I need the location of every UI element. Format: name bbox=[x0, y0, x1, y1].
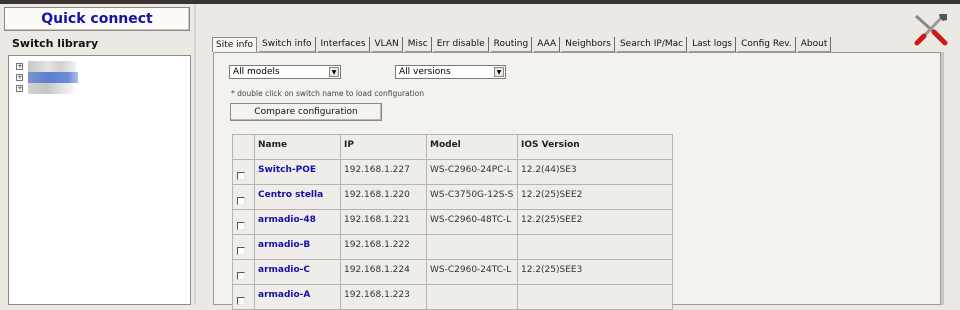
switch-model-cell: WS-C2960-24TC-L bbox=[426, 259, 518, 285]
switch-name-cell[interactable]: armadio-48 bbox=[254, 209, 341, 235]
switch-ios-cell: 12.2(25)SEE3 bbox=[517, 259, 673, 285]
panel-splitter[interactable] bbox=[194, 4, 196, 305]
chevron-down-icon[interactable]: ▼ bbox=[329, 67, 339, 77]
tools-icon bbox=[914, 14, 948, 46]
tree-node[interactable]: + bbox=[16, 61, 86, 72]
tree-node-label-redacted[interactable] bbox=[28, 83, 74, 94]
model-column-header: Model bbox=[426, 134, 518, 160]
table-row: armadio-48 192.168.1.221 WS-C2960-48TC-L 12… bbox=[232, 209, 673, 235]
row-checkbox[interactable] bbox=[237, 297, 245, 305]
switch-name-cell[interactable]: Centro stella bbox=[254, 184, 341, 210]
double-click-hint: * double click on switch name to load co… bbox=[231, 89, 425, 98]
quick-connect-button[interactable]: Quick connect bbox=[4, 7, 190, 31]
table-row: Switch-POE 192.168.1.227 WS-C2960-24PC-L 12… bbox=[232, 159, 673, 185]
tab-interfaces[interactable]: Interfaces bbox=[317, 37, 370, 52]
row-select-cell bbox=[232, 209, 255, 235]
models-select-value: All models bbox=[233, 67, 280, 77]
switch-ip-cell: 192.168.1.227 bbox=[340, 159, 427, 185]
switch-model-cell: WS-C3750G-12S-S bbox=[426, 184, 518, 210]
table-row: armadio-B 192.168.1.222 bbox=[232, 234, 673, 260]
row-select-cell bbox=[232, 234, 255, 260]
tab-about[interactable]: About bbox=[797, 37, 832, 52]
expand-icon[interactable]: + bbox=[16, 85, 23, 92]
switch-ip-cell: 192.168.1.223 bbox=[340, 284, 427, 310]
row-select-cell bbox=[232, 159, 255, 185]
name-column-header: Name bbox=[254, 134, 341, 160]
vertical-scrollbar[interactable] bbox=[941, 52, 944, 305]
tab-switch-info[interactable]: Switch info bbox=[259, 37, 316, 52]
ios-version-column-header: IOS Version bbox=[517, 134, 673, 160]
tab-search-ip-mac[interactable]: Search IP/Mac bbox=[616, 37, 688, 52]
table-row: Centro stella 192.168.1.220 WS-C3750G-12S-… bbox=[232, 184, 673, 210]
tree-node-label-redacted[interactable] bbox=[28, 61, 76, 72]
tab-neighbors[interactable]: Neighbors bbox=[562, 37, 615, 52]
models-select[interactable]: All models ▼ bbox=[229, 65, 341, 79]
tab-last-logs[interactable]: Last logs bbox=[689, 37, 737, 52]
switch-ios-cell: 12.2(25)SEE2 bbox=[517, 209, 673, 235]
row-checkbox[interactable] bbox=[237, 172, 245, 180]
switch-library-title: Switch library bbox=[12, 37, 99, 50]
tab-routing[interactable]: Routing bbox=[490, 37, 533, 52]
expand-icon[interactable]: + bbox=[16, 74, 23, 81]
switch-model-cell bbox=[426, 284, 518, 310]
row-checkbox[interactable] bbox=[237, 222, 245, 230]
switch-table: Name IP Model IOS Version Switch-POE 192.… bbox=[232, 134, 673, 310]
row-checkbox[interactable] bbox=[237, 247, 245, 255]
switch-ios-cell: 12.2(44)SE3 bbox=[517, 159, 673, 185]
tab-err-disable[interactable]: Err disable bbox=[433, 37, 489, 52]
tab-bar: Site info Switch info Interfaces VLAN Misc Er… bbox=[212, 37, 833, 52]
row-select-cell bbox=[232, 259, 255, 285]
switch-name-cell[interactable]: armadio-A bbox=[254, 284, 341, 310]
ip-column-header: IP bbox=[340, 134, 427, 160]
tree-node[interactable]: + bbox=[16, 83, 86, 94]
window-top-edge bbox=[0, 0, 960, 4]
table-row: armadio-C 192.168.1.224 WS-C2960-24TC-L 12.… bbox=[232, 259, 673, 285]
row-checkbox[interactable] bbox=[237, 272, 245, 280]
row-select-cell bbox=[232, 284, 255, 310]
row-checkbox[interactable] bbox=[237, 197, 245, 205]
switch-ip-cell: 192.168.1.224 bbox=[340, 259, 427, 285]
tab-vlan[interactable]: VLAN bbox=[371, 37, 403, 52]
switch-ios-cell: 12.2(25)SEE2 bbox=[517, 184, 673, 210]
switch-library-tree[interactable]: + + + bbox=[8, 55, 191, 305]
table-header-row: Name IP Model IOS Version bbox=[232, 134, 673, 160]
switch-ios-cell bbox=[517, 234, 673, 260]
tree-node-label-redacted[interactable] bbox=[28, 72, 78, 83]
row-select-cell bbox=[232, 184, 255, 210]
switch-ip-cell: 192.168.1.221 bbox=[340, 209, 427, 235]
compare-configuration-button[interactable]: Compare configuration bbox=[230, 103, 382, 121]
tab-config-rev[interactable]: Config Rev. bbox=[738, 37, 796, 52]
tab-site-info[interactable]: Site info bbox=[212, 37, 258, 52]
versions-select-value: All versions bbox=[399, 67, 451, 77]
select-column-header bbox=[232, 134, 255, 160]
tab-aaa[interactable]: AAA bbox=[534, 37, 561, 52]
switch-model-cell: WS-C2960-48TC-L bbox=[426, 209, 518, 235]
switch-model-cell bbox=[426, 234, 518, 260]
switch-ip-cell: 192.168.1.222 bbox=[340, 234, 427, 260]
versions-select[interactable]: All versions ▼ bbox=[395, 65, 506, 79]
expand-icon[interactable]: + bbox=[16, 63, 23, 70]
chevron-down-icon[interactable]: ▼ bbox=[494, 67, 504, 77]
table-row: armadio-A 192.168.1.223 bbox=[232, 284, 673, 310]
switch-model-cell: WS-C2960-24PC-L bbox=[426, 159, 518, 185]
switch-name-cell[interactable]: armadio-B bbox=[254, 234, 341, 260]
tree-node-selected[interactable]: + bbox=[16, 72, 86, 83]
tab-misc[interactable]: Misc bbox=[404, 37, 432, 52]
switch-ios-cell bbox=[517, 284, 673, 310]
switch-ip-cell: 192.168.1.220 bbox=[340, 184, 427, 210]
switch-name-cell[interactable]: armadio-C bbox=[254, 259, 341, 285]
switch-name-cell[interactable]: Switch-POE bbox=[254, 159, 341, 185]
